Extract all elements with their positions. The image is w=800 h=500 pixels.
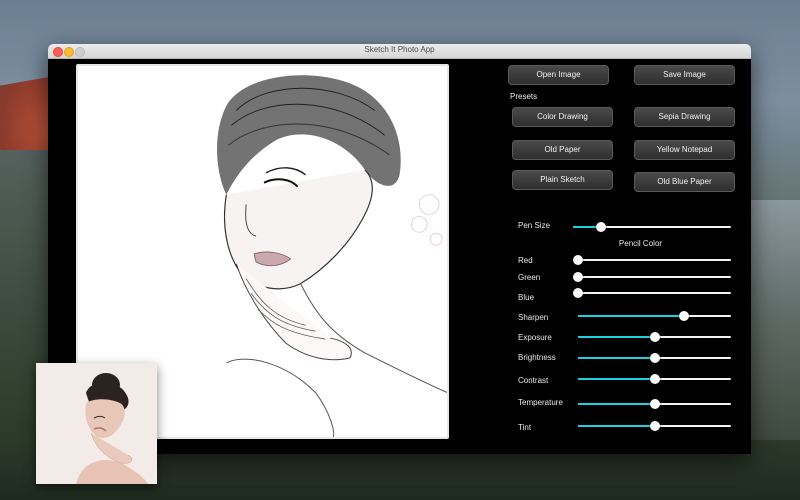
red-label: Red [518, 256, 533, 265]
pencil-color-heading: Pencil Color [618, 239, 663, 248]
blue-label: Blue [518, 293, 535, 302]
preset-yellow-notepad-button[interactable]: Yellow Notepad [634, 140, 735, 160]
tint-label: Tint [518, 423, 532, 432]
tint-slider[interactable] [578, 421, 731, 431]
green-slider[interactable] [573, 272, 731, 282]
slider-knob[interactable] [649, 374, 660, 384]
brightness-label: Brightness [518, 353, 556, 362]
slider-knob[interactable] [573, 272, 583, 282]
open-image-button[interactable]: Open Image [508, 65, 609, 85]
preset-plain-sketch-button[interactable]: Plain Sketch [512, 170, 613, 190]
green-label: Green [518, 273, 541, 282]
preset-old-paper-button[interactable]: Old Paper [512, 140, 613, 160]
slider-knob[interactable] [649, 353, 660, 363]
preset-sepia-drawing-button[interactable]: Sepia Drawing [634, 107, 735, 127]
exposure-label: Exposure [518, 333, 552, 342]
preset-color-drawing-button[interactable]: Color Drawing [512, 107, 613, 127]
slider-knob[interactable] [573, 288, 583, 298]
original-photo-thumbnail [36, 363, 157, 484]
slider-knob[interactable] [596, 222, 607, 232]
contrast-slider[interactable] [578, 374, 731, 384]
brightness-slider[interactable] [578, 353, 731, 363]
red-slider[interactable] [573, 255, 731, 265]
sharpen-slider[interactable] [578, 311, 731, 321]
pen-size-label: Pen Size [518, 221, 551, 230]
slider-knob[interactable] [649, 399, 660, 409]
slider-knob[interactable] [649, 332, 660, 342]
preset-old-blue-paper-button[interactable]: Old Blue Paper [634, 172, 735, 192]
blue-slider[interactable] [573, 288, 731, 298]
title-bar[interactable]: Sketch It Photo App [48, 44, 751, 59]
save-image-button[interactable]: Save Image [634, 65, 735, 85]
slider-knob[interactable] [649, 421, 660, 431]
original-photo [36, 363, 157, 484]
pen-size-slider[interactable] [573, 222, 731, 232]
temperature-slider[interactable] [578, 399, 731, 409]
slider-knob[interactable] [573, 255, 583, 265]
slider-knob[interactable] [678, 311, 689, 321]
temperature-label: Temperature [518, 398, 563, 407]
sharpen-label: Sharpen [518, 313, 549, 322]
presets-heading: Presets [510, 92, 538, 101]
contrast-label: Contrast [518, 376, 549, 385]
exposure-slider[interactable] [578, 332, 731, 342]
window-title: Sketch It Photo App [364, 45, 435, 54]
